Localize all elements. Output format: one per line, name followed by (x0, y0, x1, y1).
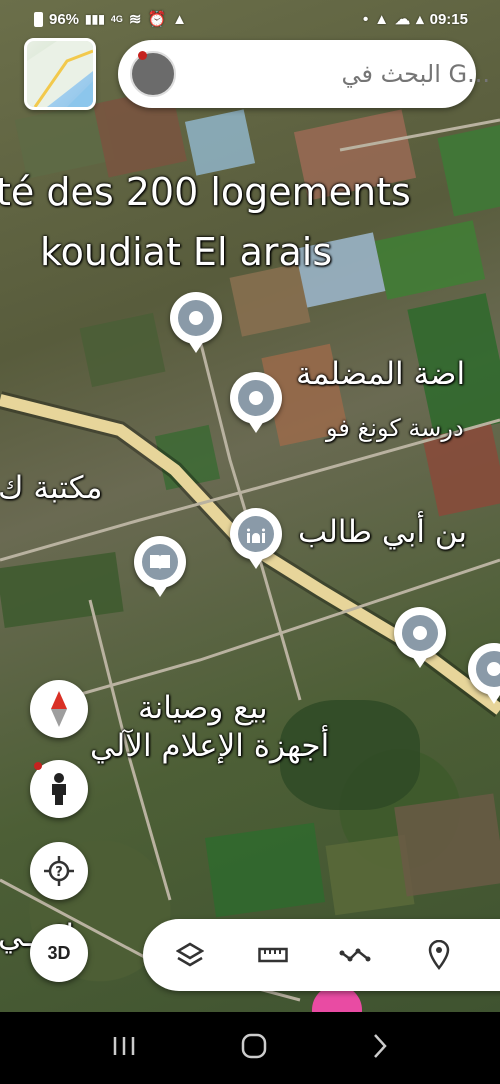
signal-icon: ▮▮▮ (85, 12, 105, 26)
map-label-residence-line2: koudiat El arais (40, 230, 333, 274)
compass-button[interactable] (30, 680, 88, 738)
pin-icon (402, 615, 438, 651)
bottom-toolbar (143, 919, 500, 991)
recent-apps-icon[interactable] (112, 1035, 136, 1061)
street-view-button[interactable] (30, 760, 88, 818)
search-bar[interactable] (118, 40, 500, 108)
map-type-thumbnail[interactable] (24, 38, 96, 110)
map-label-place: اضة المضلمة (296, 356, 466, 392)
3d-label: 3D (47, 942, 71, 963)
back-icon[interactable] (372, 1033, 388, 1063)
avatar[interactable] (130, 51, 176, 97)
home-icon[interactable] (241, 1033, 267, 1063)
red-dot (34, 762, 42, 770)
battery-level: 96% (49, 10, 80, 28)
minimap-icon (27, 41, 93, 107)
cloud-icon: ☁ (395, 11, 411, 28)
battery-icon (34, 11, 43, 27)
pin-icon (178, 300, 214, 336)
pegman-icon (52, 773, 66, 805)
placemark-icon (428, 940, 450, 970)
map-label-place: أجهزة الإعلام الآلي (90, 728, 330, 764)
my-location-button[interactable]: ? (30, 842, 88, 900)
path-icon (339, 948, 371, 962)
map-label-place: بن أبي طالب (298, 514, 468, 550)
dot-icon: • (362, 10, 369, 28)
map-label-residence: té des 200 logements (0, 170, 411, 214)
mosque-icon (238, 516, 274, 552)
navigation-bar (0, 1012, 500, 1084)
map-pin[interactable] (170, 292, 222, 353)
map-pin[interactable] (230, 372, 282, 433)
pin-icon (476, 651, 500, 687)
book-icon (142, 544, 178, 580)
map-label-place: مكتبة ك (0, 470, 103, 506)
clock: 09:15 (429, 10, 468, 28)
layers-icon (176, 942, 204, 967)
wifi-icon: ≋ (128, 11, 142, 28)
3d-button[interactable]: 3D (30, 924, 88, 982)
my-location-icon: ? (44, 856, 74, 886)
map-label-place: بيع وصيانة (138, 690, 268, 726)
network-type: 4G (110, 14, 123, 24)
notification-icon: ▲ (172, 10, 187, 28)
svg-text:?: ? (55, 865, 63, 880)
draw-path-button[interactable] (337, 936, 375, 974)
ruler-icon (258, 947, 288, 963)
add-placemark-button[interactable] (420, 936, 458, 974)
status-bar: 96% ▮▮▮ 4G ≋ ⏰ ▲ • ▲ ☁ ▴ 09:15 (0, 0, 500, 38)
search-input[interactable] (176, 60, 500, 88)
notification-icon: ▲ (374, 10, 390, 28)
compass-icon (51, 691, 67, 727)
map-pin-library[interactable] (134, 536, 186, 597)
map-pin[interactable] (394, 607, 446, 668)
map-label-place: درسة كونغ فو (326, 414, 464, 442)
battery-saver-icon: ▴ (416, 11, 424, 28)
pin-icon (238, 380, 274, 416)
alarm-icon: ⏰ (147, 11, 167, 28)
notification-dot (138, 51, 147, 60)
map-pin-mosque[interactable] (230, 508, 282, 569)
measure-button[interactable] (254, 936, 292, 974)
layers-button[interactable] (171, 936, 209, 974)
